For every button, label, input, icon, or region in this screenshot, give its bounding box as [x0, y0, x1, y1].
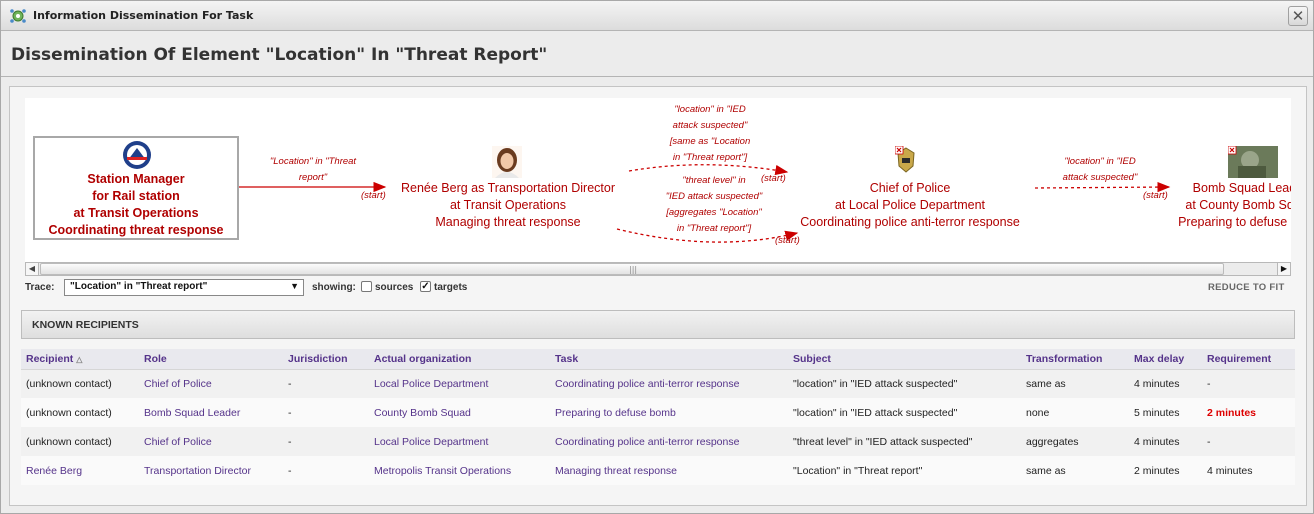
- horizontal-scrollbar[interactable]: ◀ ||| ▶: [25, 262, 1291, 276]
- known-recipients-header: KNOWN RECIPIENTS: [21, 310, 1295, 339]
- role-link[interactable]: Transportation Director: [139, 456, 283, 485]
- column-header-organization[interactable]: Actual organization: [369, 349, 550, 370]
- trace-select[interactable]: "Location" in "Threat report" ▼: [64, 279, 304, 296]
- close-icon: ✕: [1291, 7, 1305, 25]
- max-delay-cell: 5 minutes: [1129, 398, 1202, 427]
- close-button[interactable]: ✕: [1288, 6, 1308, 26]
- column-header-recipient[interactable]: Recipient △: [21, 349, 139, 370]
- recipient-cell: (unknown contact): [21, 398, 139, 427]
- reduce-to-fit-button[interactable]: REDUCE TO FIT: [1208, 282, 1285, 293]
- task-link[interactable]: Preparing to defuse bomb: [550, 398, 788, 427]
- table-row[interactable]: (unknown contact) Chief of Police - Loca…: [21, 369, 1295, 398]
- jurisdiction-cell: -: [283, 456, 369, 485]
- sources-label[interactable]: sources: [375, 282, 413, 293]
- role-link[interactable]: Bomb Squad Leader: [139, 398, 283, 427]
- requirement-cell: 2 minutes: [1202, 398, 1295, 427]
- edge-4-line[interactable]: [1034, 181, 1171, 193]
- requirement-cell: -: [1202, 369, 1295, 398]
- police-badge-icon: [895, 146, 915, 173]
- table-row[interactable]: (unknown contact) Bomb Squad Leader - Co…: [21, 398, 1295, 427]
- showing-label: showing:: [312, 282, 356, 293]
- dropdown-arrow-icon: ▼: [290, 281, 299, 291]
- scroll-thumb[interactable]: |||: [40, 263, 1224, 275]
- transformation-cell: same as: [1021, 369, 1129, 398]
- window-title: Information Dissemination For Task: [33, 9, 254, 22]
- jurisdiction-cell: -: [283, 369, 369, 398]
- task-link[interactable]: Managing threat response: [550, 456, 788, 485]
- page-title: Dissemination Of Element "Location" In "…: [11, 45, 548, 65]
- column-header-transformation[interactable]: Transformation: [1021, 349, 1129, 370]
- trace-selected-value: "Location" in "Threat report": [70, 281, 208, 292]
- node-bomb-squad-leader[interactable]: Bomb Squad Leader at County Bomb Squad P…: [1175, 180, 1291, 231]
- edge-4-label: "location" in "IED attack suspected": [1062, 156, 1138, 183]
- recipient-link[interactable]: Renée Berg: [21, 456, 139, 485]
- requirement-cell: -: [1202, 427, 1295, 456]
- max-delay-cell: 2 minutes: [1129, 456, 1202, 485]
- bomb-squad-photo-icon: [1228, 146, 1278, 178]
- organization-link[interactable]: Local Police Department: [369, 427, 550, 456]
- organization-link[interactable]: Metropolis Transit Operations: [369, 456, 550, 485]
- table-header-row: Recipient △ Role Jurisdiction Actual org…: [21, 349, 1295, 370]
- sort-ascending-icon: △: [76, 354, 83, 364]
- scroll-left-button[interactable]: ◀: [26, 263, 39, 275]
- dialog-window: Information Dissemination For Task ✕ Dis…: [0, 0, 1314, 514]
- title-bar: Information Dissemination For Task ✕: [1, 1, 1313, 31]
- column-header-role[interactable]: Role: [139, 349, 283, 370]
- table-row[interactable]: Renée Berg Transportation Director - Met…: [21, 456, 1295, 485]
- source-node[interactable]: Station Manager for Rail station at Tran…: [33, 136, 239, 240]
- organization-link[interactable]: Local Police Department: [369, 369, 550, 398]
- trace-label: Trace:: [25, 282, 55, 293]
- targets-checkbox[interactable]: ✓: [420, 281, 431, 292]
- source-node-label: Station Manager for Rail station at Tran…: [48, 172, 224, 237]
- task-link[interactable]: Coordinating police anti-terror response: [550, 369, 788, 398]
- transit-logo-icon: [123, 141, 151, 169]
- node-transportation-director[interactable]: Renée Berg as Transportation Director at…: [397, 180, 619, 231]
- edge-4-start: (start): [1143, 190, 1168, 201]
- column-header-requirement[interactable]: Requirement: [1202, 349, 1295, 370]
- check-icon: ✓: [421, 281, 430, 292]
- max-delay-cell: 4 minutes: [1129, 427, 1202, 456]
- edge-3-start: (start): [775, 235, 800, 246]
- role-link[interactable]: Chief of Police: [139, 427, 283, 456]
- subject-cell: "location" in "IED attack suspected": [788, 398, 1021, 427]
- task-link[interactable]: Coordinating police anti-terror response: [550, 427, 788, 456]
- sources-checkbox[interactable]: [361, 281, 372, 292]
- table-row[interactable]: (unknown contact) Chief of Police - Loca…: [21, 427, 1295, 456]
- arrow-right-icon: ▶: [1280, 264, 1288, 273]
- transformation-cell: same as: [1021, 456, 1129, 485]
- edge-1-label: "Location" in "Threat report": [269, 156, 357, 183]
- column-header-subject[interactable]: Subject: [788, 349, 1021, 370]
- trace-toolbar: Trace: "Location" in "Threat report" ▼ s…: [25, 279, 1291, 296]
- jurisdiction-cell: -: [283, 398, 369, 427]
- grip-icon: |||: [629, 265, 638, 274]
- transformation-cell: none: [1021, 398, 1129, 427]
- arrow-left-icon: ◀: [28, 264, 36, 273]
- targets-label[interactable]: targets: [434, 282, 467, 293]
- edge-2-label: "location" in "IED attack suspected" [sa…: [669, 104, 751, 163]
- node-chief-of-police[interactable]: Chief of Police at Local Police Departme…: [795, 180, 1025, 231]
- recipients-table: Recipient △ Role Jurisdiction Actual org…: [21, 349, 1295, 485]
- person-photo-icon: [492, 146, 522, 178]
- column-header-jurisdiction[interactable]: Jurisdiction: [283, 349, 369, 370]
- column-header-max-delay[interactable]: Max delay: [1129, 349, 1202, 370]
- organization-link[interactable]: County Bomb Squad: [369, 398, 550, 427]
- subject-cell: "location" in "IED attack suspected": [788, 369, 1021, 398]
- recipient-cell: (unknown contact): [21, 427, 139, 456]
- jurisdiction-cell: -: [283, 427, 369, 456]
- transformation-cell: aggregates: [1021, 427, 1129, 456]
- subject-cell: "threat level" in "IED attack suspected": [788, 427, 1021, 456]
- subject-cell: "Location" in "Threat report": [788, 456, 1021, 485]
- divider: [1, 76, 1313, 77]
- scroll-right-button[interactable]: ▶: [1277, 263, 1290, 275]
- max-delay-cell: 4 minutes: [1129, 369, 1202, 398]
- edge-1-start: (start): [361, 190, 386, 201]
- edge-3-label: "threat level" in "IED attack suspected"…: [665, 175, 763, 234]
- column-header-task[interactable]: Task: [550, 349, 788, 370]
- gear-network-icon: [10, 9, 26, 23]
- role-link[interactable]: Chief of Police: [139, 369, 283, 398]
- requirement-cell: 4 minutes: [1202, 456, 1295, 485]
- recipient-cell: (unknown contact): [21, 369, 139, 398]
- flow-diagram[interactable]: Station Manager for Rail station at Tran…: [25, 98, 1291, 276]
